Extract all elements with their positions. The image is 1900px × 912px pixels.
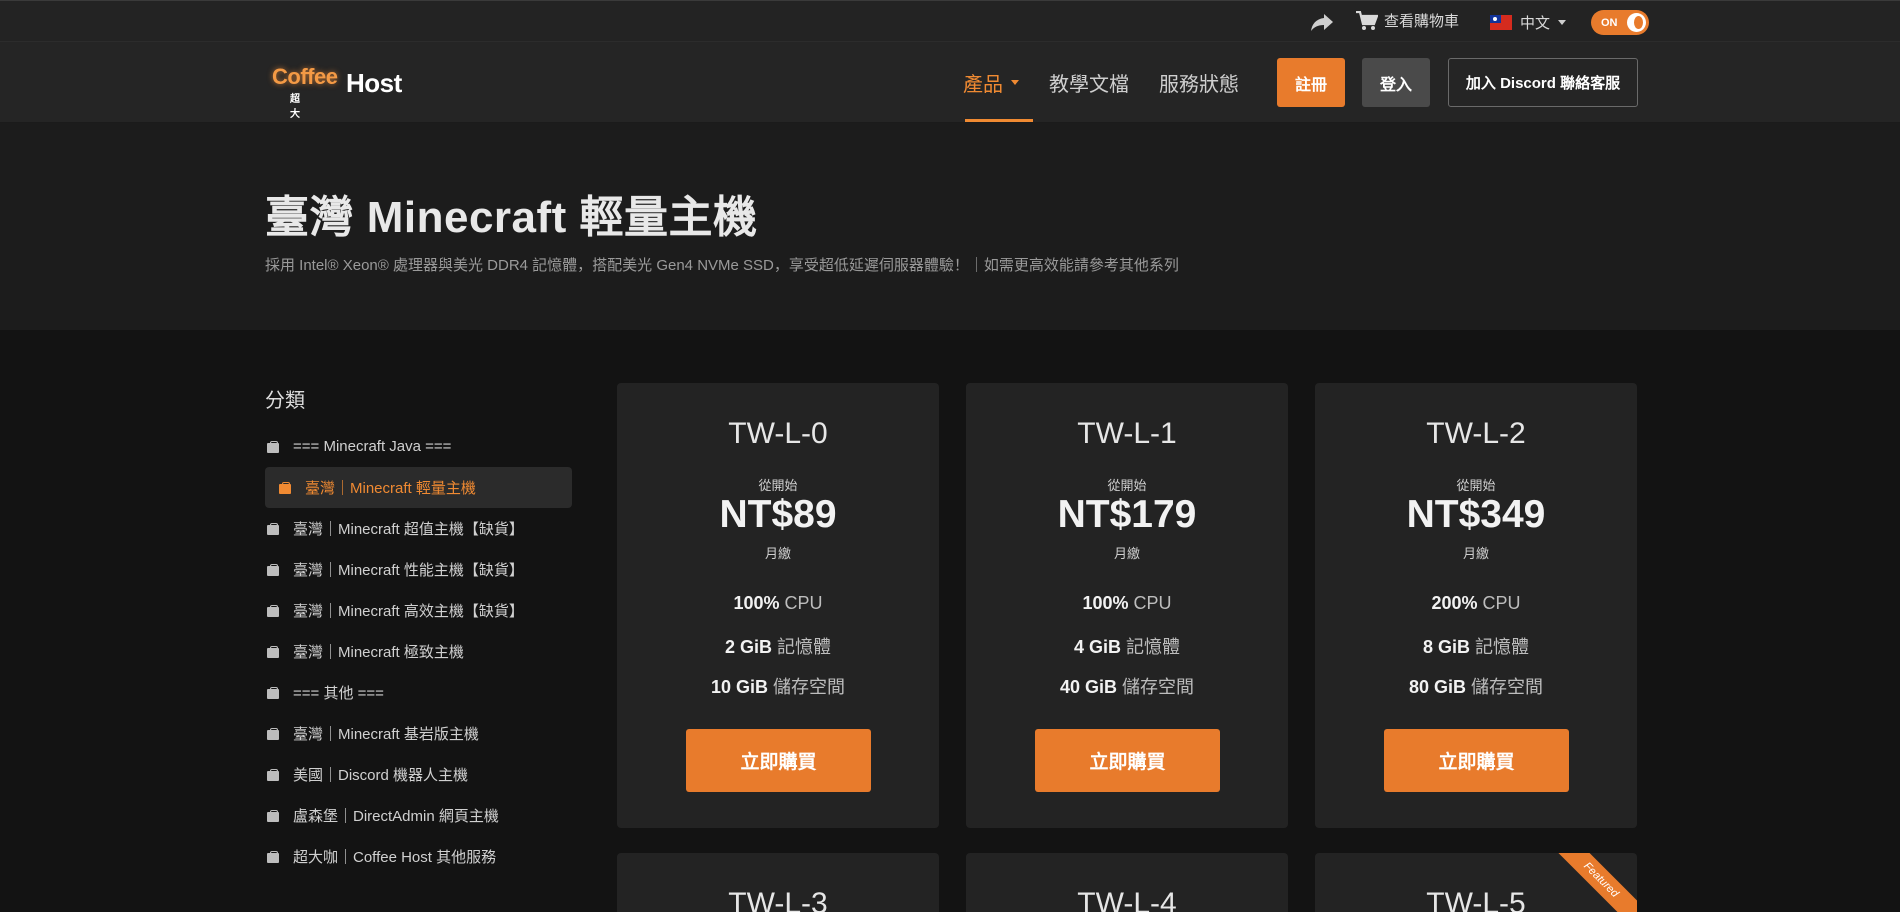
language-label: 中文: [1520, 15, 1551, 32]
box-icon: [267, 850, 279, 863]
share-icon[interactable]: [1310, 11, 1334, 33]
category-label: 超大咖｜Coffee Host 其他服務: [293, 849, 497, 866]
category-list: === Minecraft Java === 臺灣｜Minecraft 輕量主機…: [265, 426, 572, 877]
box-icon: [267, 645, 279, 658]
product-price: NT$349: [1406, 493, 1546, 536]
category-label: 臺灣｜Minecraft 高效主機【缺貨】: [293, 603, 524, 620]
category-item-active[interactable]: 臺灣｜Minecraft 輕量主機: [265, 467, 572, 508]
spec-storage: 10 GiB 儲存空間: [710, 677, 846, 697]
product-name: TW-L-0: [728, 417, 828, 450]
product-card: TW-L-0 從開始 NT$89 月繳 100% CPU 2 GiB 記憶體 1…: [617, 383, 939, 828]
box-icon: [267, 686, 279, 699]
buy-now-button[interactable]: 立即購買: [1035, 729, 1220, 792]
category-label: 臺灣｜Minecraft 輕量主機: [305, 480, 476, 497]
spec-cpu: 100% CPU: [1082, 593, 1172, 613]
top-bar: 查看購物車 中文 ON: [0, 0, 1900, 42]
box-icon: [267, 727, 279, 740]
spec-storage: 40 GiB 儲存空間: [1059, 677, 1195, 697]
category-label: 臺灣｜Minecraft 極致主機: [293, 644, 464, 661]
box-icon: [267, 809, 279, 822]
billing-cycle: 月繳: [1462, 546, 1489, 561]
discord-support-button[interactable]: 加入 Discord 聯絡客服: [1448, 58, 1638, 107]
product-card: TW-L-3: [617, 853, 939, 912]
product-price: NT$89: [719, 493, 837, 536]
category-item[interactable]: === Minecraft Java ===: [265, 426, 572, 467]
box-icon: [267, 768, 279, 781]
category-item[interactable]: 超大咖｜Coffee Host 其他服務: [265, 836, 572, 877]
product-name: TW-L-4: [1077, 887, 1177, 912]
price-prefix: 從開始: [1456, 478, 1496, 493]
page-title: 臺灣 Minecraft 輕量主機: [265, 193, 758, 242]
billing-cycle: 月繳: [1113, 546, 1140, 561]
category-label: === 其他 ===: [293, 685, 384, 702]
view-cart-link[interactable]: 查看購物車: [1356, 10, 1459, 31]
category-item[interactable]: 臺灣｜Minecraft 性能主機【缺貨】: [265, 549, 572, 590]
category-title: 分類: [265, 390, 305, 412]
spec-ram: 8 GiB 記憶體: [1422, 637, 1530, 657]
spec-ram: 4 GiB 記憶體: [1073, 637, 1181, 657]
logo-host-text: Host: [346, 68, 402, 98]
category-item[interactable]: 美國｜Discord 機器人主機: [265, 754, 572, 795]
category-label: 臺灣｜Minecraft 基岩版主機: [293, 726, 479, 743]
nav-item-products[interactable]: 產品: [963, 42, 1033, 122]
category-item[interactable]: 臺灣｜Minecraft 基岩版主機: [265, 713, 572, 754]
box-icon: [267, 522, 279, 535]
cart-icon: [1356, 10, 1378, 30]
box-icon: [267, 604, 279, 617]
language-selector[interactable]: 中文: [1490, 12, 1567, 33]
taiwan-flag-icon: [1490, 15, 1512, 30]
spec-cpu: 200% CPU: [1431, 593, 1521, 613]
category-label: 臺灣｜Minecraft 性能主機【缺貨】: [293, 562, 524, 579]
price-prefix: 從開始: [758, 478, 798, 493]
category-item[interactable]: 盧森堡｜DirectAdmin 網頁主機: [265, 795, 572, 836]
spec-storage: 80 GiB 儲存空間: [1408, 677, 1544, 697]
product-name: TW-L-5: [1426, 887, 1526, 912]
category-label: 美國｜Discord 機器人主機: [293, 767, 469, 784]
main-navbar: Coffee Host 超大咖託管 產品 教學文檔 服務狀態 註冊 登入 加入 …: [0, 42, 1900, 165]
moon-icon: [1627, 13, 1646, 32]
price-prefix: 從開始: [1107, 478, 1147, 493]
category-label: === Minecraft Java ===: [293, 438, 452, 455]
spec-ram: 2 GiB 記憶體: [724, 637, 832, 657]
chevron-down-icon: [1558, 20, 1567, 25]
chevron-down-icon: [1011, 79, 1019, 85]
product-card: TW-L-2 從開始 NT$349 月繳 200% CPU 8 GiB 記憶體 …: [1315, 383, 1637, 828]
buy-now-button[interactable]: 立即購買: [1384, 729, 1569, 792]
nav-item-label: 產品: [963, 73, 1003, 96]
product-price: NT$179: [1057, 493, 1197, 536]
billing-cycle: 月繳: [764, 546, 791, 561]
category-item[interactable]: 臺灣｜Minecraft 極致主機: [265, 631, 572, 672]
box-icon: [279, 481, 291, 494]
page-subtitle: 採用 Intel® Xeon® 處理器與美光 DDR4 記憶體，搭配美光 Gen…: [265, 257, 1179, 274]
category-item[interactable]: 臺灣｜Minecraft 高效主機【缺貨】: [265, 590, 572, 631]
nav-item-docs[interactable]: 教學文檔: [1049, 42, 1129, 122]
nav-item-label: 服務狀態: [1159, 73, 1239, 96]
product-card: TW-L-4: [966, 853, 1288, 912]
page-header: 臺灣 Minecraft 輕量主機 採用 Intel® Xeon® 處理器與美光…: [0, 123, 1900, 330]
category-label: 臺灣｜Minecraft 超值主機【缺貨】: [293, 521, 524, 538]
product-card: TW-L-1 從開始 NT$179 月繳 100% CPU 4 GiB 記憶體 …: [966, 383, 1288, 828]
login-button[interactable]: 登入: [1362, 58, 1430, 107]
register-button[interactable]: 註冊: [1277, 58, 1345, 107]
product-name: TW-L-2: [1426, 417, 1526, 450]
logo-coffee-text: Coffee: [272, 64, 338, 89]
product-name: TW-L-1: [1077, 417, 1177, 450]
dark-mode-toggle[interactable]: ON: [1591, 10, 1649, 35]
category-item[interactable]: 臺灣｜Minecraft 超值主機【缺貨】: [265, 508, 572, 549]
toggle-label: ON: [1601, 16, 1618, 29]
cart-label: 查看購物車: [1384, 13, 1460, 30]
category-item[interactable]: === 其他 ===: [265, 672, 572, 713]
product-name: TW-L-3: [728, 887, 828, 912]
box-icon: [267, 563, 279, 576]
nav-menu: 產品 教學文檔 服務狀態: [963, 42, 1269, 122]
nav-item-label: 教學文檔: [1049, 73, 1129, 96]
buy-now-button[interactable]: 立即購買: [686, 729, 871, 792]
product-card-featured: TW-L-5 Featured: [1315, 853, 1637, 912]
box-icon: [267, 440, 279, 453]
category-label: 盧森堡｜DirectAdmin 網頁主機: [293, 808, 499, 825]
nav-item-status[interactable]: 服務狀態: [1159, 42, 1239, 122]
spec-cpu: 100% CPU: [733, 593, 823, 613]
